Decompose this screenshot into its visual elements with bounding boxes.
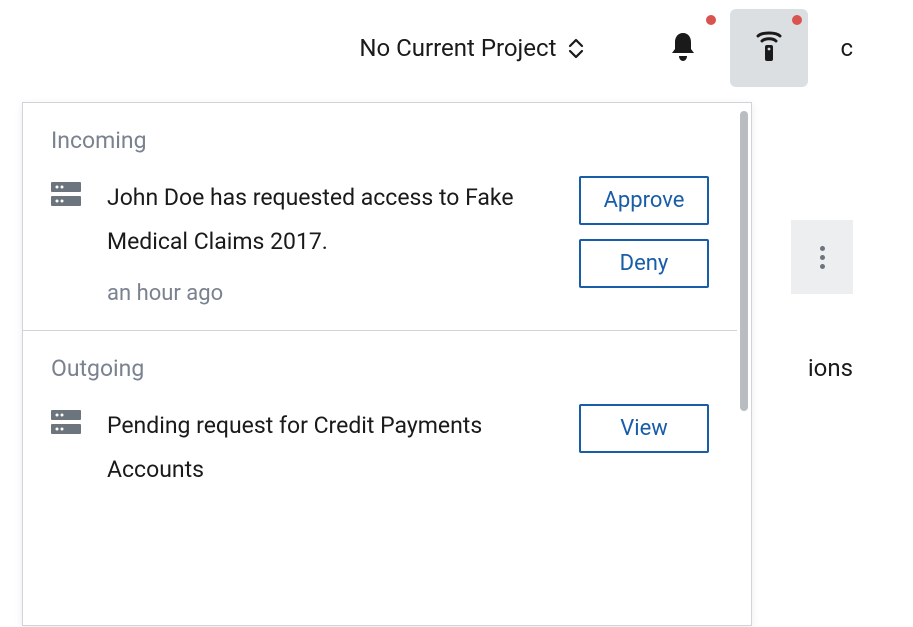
view-button[interactable]: View (579, 404, 709, 453)
remote-access-icon (754, 28, 784, 68)
chevron-updown-icon (568, 38, 584, 59)
server-icon (51, 410, 81, 438)
request-actions: View (579, 404, 709, 453)
background-label-fragment: ions (808, 354, 853, 382)
notification-dot-icon (706, 15, 716, 25)
incoming-section: Incoming John Doe has requested access t… (23, 103, 737, 331)
server-icon (51, 182, 81, 210)
topbar: No Current Project c (0, 0, 913, 96)
user-avatar[interactable]: c (840, 34, 853, 62)
request-row: John Doe has requested access to Fake Me… (51, 176, 709, 306)
request-time: an hour ago (107, 281, 553, 306)
notifications-bell-button[interactable] (644, 9, 722, 87)
scrollbar-thumb[interactable] (740, 111, 748, 411)
section-title-outgoing: Outgoing (51, 355, 709, 382)
deny-button[interactable]: Deny (579, 239, 709, 288)
bell-icon (668, 29, 698, 67)
access-requests-dropdown: Incoming John Doe has requested access t… (22, 102, 752, 626)
outgoing-section: Outgoing Pending request for Credit Paym… (23, 331, 737, 515)
section-title-incoming: Incoming (51, 127, 709, 154)
request-actions: Approve Deny (579, 176, 709, 288)
access-requests-button[interactable] (730, 9, 808, 87)
request-text: Pending request for Credit Payments Acco… (107, 404, 553, 491)
request-text-column: Pending request for Credit Payments Acco… (107, 404, 553, 491)
project-selector-label: No Current Project (359, 34, 556, 62)
request-row: Pending request for Credit Payments Acco… (51, 404, 709, 491)
project-selector[interactable]: No Current Project (347, 26, 596, 70)
dropdown-body: Incoming John Doe has requested access t… (23, 103, 737, 625)
scrollbar-track[interactable] (737, 103, 751, 625)
more-menu-button[interactable] (791, 220, 853, 294)
request-text-column: John Doe has requested access to Fake Me… (107, 176, 553, 306)
notification-dot-icon (792, 15, 802, 25)
vertical-dots-icon (820, 246, 825, 269)
approve-button[interactable]: Approve (579, 176, 709, 225)
request-text: John Doe has requested access to Fake Me… (107, 176, 553, 263)
